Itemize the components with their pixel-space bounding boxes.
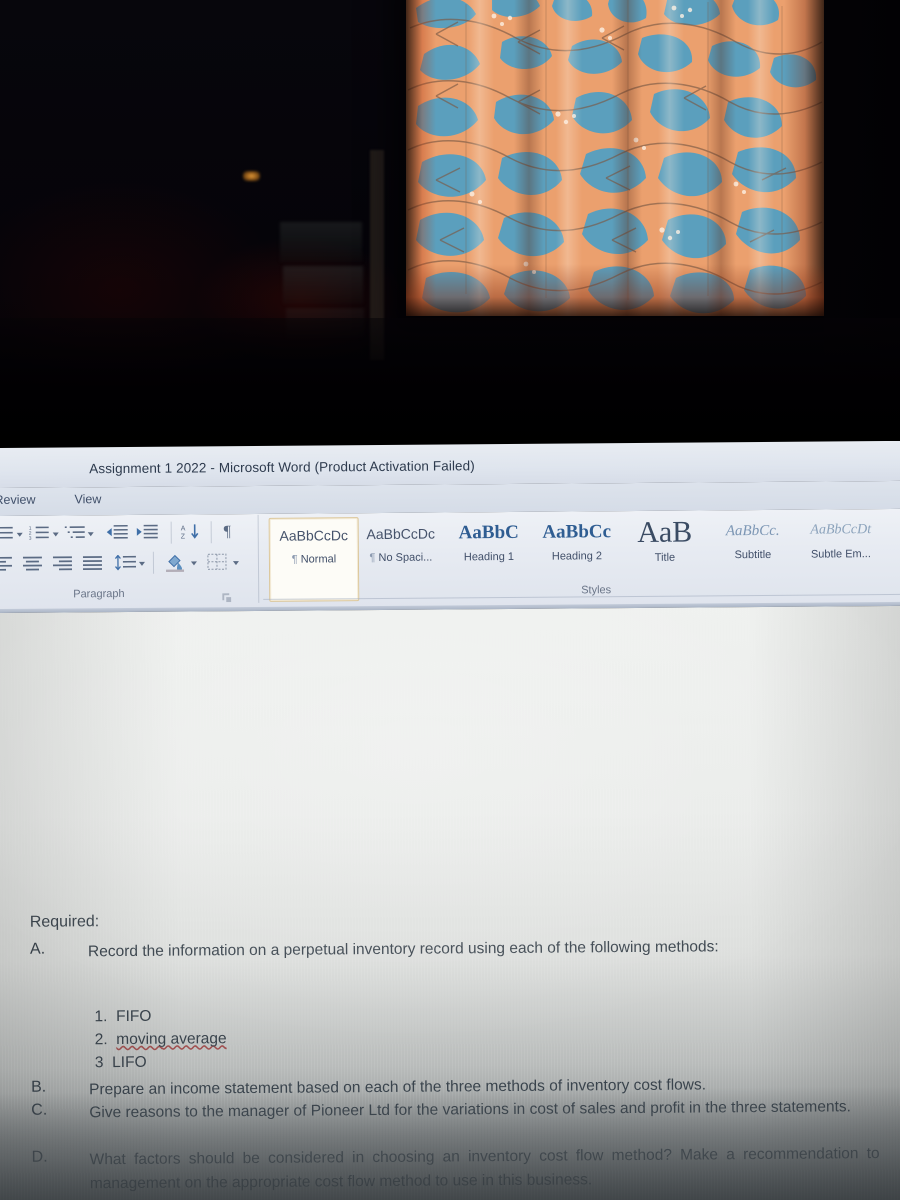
style-sample-no-spacing: AaBbCcDc <box>366 525 436 543</box>
photo-bottom-shadow <box>0 1085 900 1200</box>
style-sample-subtitle: AaBbCc. <box>725 522 780 540</box>
style-sample-title: AaB <box>637 515 693 549</box>
paragraph-dialog-launcher-icon[interactable] <box>222 589 232 603</box>
ribbon-mini-separator <box>152 551 155 574</box>
style-name-no-spacing: ¶ No Spaci... <box>369 551 433 565</box>
tab-review[interactable]: Review <box>0 493 36 507</box>
curtain-bottom-shadow <box>406 264 824 316</box>
window-title: Assignment 1 2022 - Microsoft Word (Prod… <box>89 458 475 477</box>
sort-icon[interactable]: AZ <box>181 522 203 542</box>
multilevel-list-icon[interactable] <box>64 524 87 544</box>
align-left-icon[interactable] <box>0 556 15 576</box>
numbering-dropdown-caret-icon[interactable] <box>52 532 59 537</box>
svg-text:A: A <box>181 525 186 532</box>
style-item-heading-1[interactable]: AaBbC Heading 1 <box>445 516 534 599</box>
monitor-screen-region: Assignment 1 2022 - Microsoft Word (Prod… <box>0 441 900 1200</box>
pilcrow-icon: ¶ <box>369 552 376 565</box>
show-formatting-marks-icon[interactable]: ¶ <box>223 521 245 541</box>
borders-icon[interactable] <box>207 553 229 573</box>
style-name-subtle-emphasis: Subtle Em... <box>810 548 871 561</box>
group-label-styles: Styles <box>581 584 612 597</box>
style-name-subtitle: Subtitle <box>734 548 772 562</box>
align-center-icon[interactable] <box>22 556 45 576</box>
tab-view[interactable]: View <box>74 492 101 506</box>
style-name-heading-2: Heading 2 <box>551 550 603 563</box>
style-sample-heading-1: AaBbC <box>458 521 519 544</box>
photo-lower-darkness <box>0 318 900 452</box>
decrease-indent-icon[interactable] <box>106 524 129 544</box>
style-name-normal: ¶ Normal <box>291 553 337 566</box>
style-sample-heading-2: AaBbCc <box>542 521 612 543</box>
ribbon-mini-separator <box>210 521 212 544</box>
style-sample-subtle-emphasis: AaBbCcDt <box>810 522 872 538</box>
bullets-dropdown-caret-icon[interactable] <box>16 532 23 537</box>
svg-text:¶: ¶ <box>224 523 232 539</box>
svg-text:Z: Z <box>181 533 186 540</box>
lamp-glow-icon <box>243 171 260 181</box>
ribbon-mini-separator <box>170 521 172 544</box>
shading-icon[interactable] <box>165 552 187 573</box>
svg-text:3: 3 <box>29 536 32 541</box>
group-label-paragraph: Paragraph <box>73 587 125 601</box>
line-spacing-dropdown-caret-icon[interactable] <box>138 561 145 566</box>
line-spacing-icon[interactable] <box>114 554 137 575</box>
style-name-heading-1: Heading 1 <box>463 550 515 564</box>
numbering-icon[interactable]: 123 <box>29 525 51 545</box>
bullets-icon[interactable] <box>0 525 15 545</box>
room-photo-region <box>0 0 900 452</box>
window-title-bar: Assignment 1 2022 - Microsoft Word (Prod… <box>0 441 900 488</box>
multilevel-dropdown-caret-icon[interactable] <box>87 532 94 537</box>
shelf-panel <box>283 266 363 304</box>
shading-dropdown-caret-icon[interactable] <box>190 561 197 566</box>
borders-dropdown-caret-icon[interactable] <box>232 561 239 566</box>
style-item-title[interactable]: AaB Title <box>621 514 710 597</box>
style-sample-normal: AaBbCcDc <box>279 527 349 544</box>
justify-icon[interactable] <box>82 555 105 575</box>
style-item-subtle-emphasis[interactable]: AaBbCcDt Subtle Em... <box>797 513 886 596</box>
style-item-normal[interactable]: AaBbCcDc ¶ Normal <box>268 517 360 602</box>
style-item-no-spacing[interactable]: AaBbCcDc ¶ No Spaci... <box>357 516 446 599</box>
shelf-panel <box>280 222 362 262</box>
style-name-title: Title <box>654 551 676 564</box>
patterned-curtain <box>406 0 824 316</box>
pilcrow-icon: ¶ <box>291 553 298 566</box>
document-page[interactable]: Required: A. Record the information on a… <box>0 605 900 1200</box>
screenshot-root: Assignment 1 2022 - Microsoft Word (Prod… <box>0 0 900 1200</box>
align-right-icon[interactable] <box>52 555 75 575</box>
style-item-subtitle[interactable]: AaBbCc. Subtitle <box>709 514 798 597</box>
increase-indent-icon[interactable] <box>136 524 159 544</box>
